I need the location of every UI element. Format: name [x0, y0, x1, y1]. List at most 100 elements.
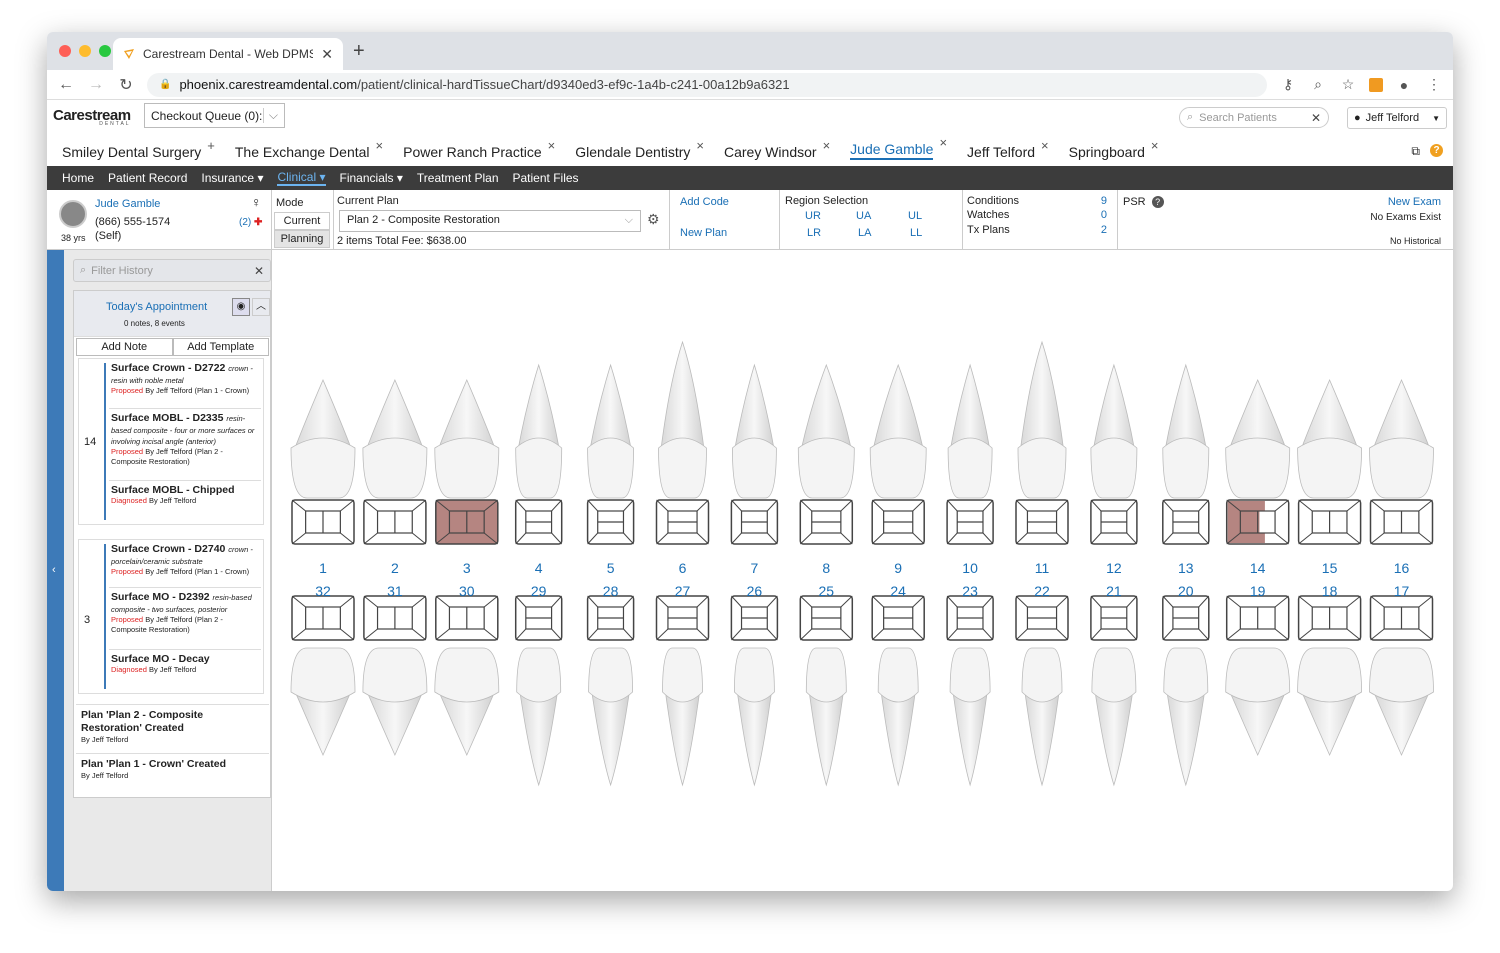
close-tab-icon[interactable]: ✕ — [321, 46, 333, 63]
tooth-number-label[interactable]: 8 — [806, 560, 846, 576]
tooth-surface-box[interactable] — [730, 595, 779, 641]
lower-tooth[interactable] — [1021, 647, 1063, 787]
tooth-number-label[interactable]: 20 — [1166, 583, 1206, 599]
tooth-surface-box[interactable] — [586, 499, 635, 545]
tooth-number-label[interactable]: 22 — [1022, 583, 1062, 599]
region-ul[interactable]: UL — [908, 210, 922, 222]
upper-tooth[interactable] — [1225, 378, 1291, 499]
upper-tooth[interactable] — [797, 363, 855, 499]
tooth-number-label[interactable]: 29 — [519, 583, 559, 599]
tooth-surface-box[interactable] — [946, 499, 994, 545]
tooth-number-label[interactable]: 25 — [806, 583, 846, 599]
tooth-surface-box[interactable] — [799, 595, 854, 641]
region-ua[interactable]: UA — [856, 210, 871, 222]
tooth-surface-box[interactable] — [655, 595, 710, 641]
lower-tooth[interactable] — [1225, 647, 1291, 756]
plan-created-entry[interactable]: Plan 'Plan 2 - Composite Restoration' Cr… — [76, 704, 269, 753]
history-entry[interactable]: Surface MOBL - D2335 resin- based compos… — [109, 409, 261, 481]
filter-history-input[interactable]: ⌕ Filter History ✕ — [73, 259, 271, 282]
reload-icon[interactable]: ↻ — [117, 75, 135, 95]
close-icon[interactable]: × — [939, 135, 947, 160]
tooth-surface-box[interactable] — [1015, 595, 1069, 641]
tooth-number-label[interactable]: 23 — [950, 583, 990, 599]
region-ll[interactable]: LL — [910, 227, 922, 239]
menu-item[interactable]: Patient Files — [513, 171, 579, 185]
help-icon[interactable]: ? — [1151, 196, 1164, 208]
tooth-surface-box[interactable] — [799, 499, 854, 545]
browser-tab[interactable]: Carestream Dental - Web DPMS ✕ — [113, 38, 343, 70]
close-icon[interactable]: × — [376, 138, 384, 160]
star-icon[interactable]: ☆ — [1339, 76, 1357, 93]
practice-tab[interactable]: Jude Gamble × — [850, 135, 951, 166]
tooth-number-label[interactable]: 21 — [1094, 583, 1134, 599]
tooth-number-label[interactable]: 11 — [1022, 560, 1062, 576]
tooth-surface-box[interactable] — [514, 595, 563, 641]
tooth-number-label[interactable]: 2 — [375, 560, 415, 576]
tooth-surface-box[interactable] — [1090, 595, 1138, 641]
minimize-window-button[interactable] — [79, 45, 91, 57]
conditions-row[interactable]: Conditions 9 — [967, 195, 1107, 207]
tooth-surface-box[interactable] — [1162, 499, 1210, 545]
tooth-number-label[interactable]: 31 — [375, 583, 415, 599]
add-template-button[interactable]: Add Template — [172, 338, 269, 356]
tooth-number-label[interactable]: 14 — [1238, 560, 1278, 576]
tooth-number-label[interactable]: 19 — [1238, 583, 1278, 599]
menu-item[interactable]: Home — [62, 171, 94, 185]
region-la[interactable]: LA — [858, 227, 871, 239]
history-entry[interactable]: Surface MOBL - Chipped Diagnosed By Jeff… — [109, 481, 261, 521]
add-note-button[interactable]: Add Note — [76, 338, 173, 356]
history-entry[interactable]: Surface MO - D2392 resin-based composite… — [109, 588, 261, 650]
tooth-number-label[interactable]: 13 — [1166, 560, 1206, 576]
tooth-number-label[interactable]: 9 — [878, 560, 918, 576]
lower-tooth[interactable] — [877, 647, 919, 787]
tooth-number-label[interactable]: 4 — [519, 560, 559, 576]
mode-planning-button[interactable]: Planning — [274, 230, 330, 248]
new-exam-link[interactable]: New Exam — [1388, 196, 1441, 208]
lower-tooth[interactable] — [1091, 647, 1137, 787]
tooth-number-label[interactable]: 26 — [734, 583, 774, 599]
tooth-surface-box[interactable] — [1297, 595, 1362, 641]
tooth-surface-box[interactable] — [435, 499, 499, 545]
medical-alerts[interactable]: (2) ✚ — [239, 217, 262, 228]
upper-tooth[interactable] — [869, 363, 927, 499]
upper-tooth[interactable] — [1090, 363, 1138, 499]
upper-tooth[interactable] — [1369, 378, 1434, 499]
close-icon[interactable]: × — [823, 138, 831, 160]
tooth-surface-box[interactable] — [514, 499, 563, 545]
practice-tab[interactable]: Power Ranch Practice × — [403, 138, 559, 166]
back-icon[interactable]: ← — [57, 76, 75, 94]
tooth-surface-box[interactable] — [946, 595, 994, 641]
lower-tooth[interactable] — [1163, 647, 1209, 787]
lower-tooth[interactable] — [733, 647, 775, 787]
tooth-number-label[interactable]: 12 — [1094, 560, 1134, 576]
upper-tooth[interactable] — [731, 363, 777, 499]
lower-tooth[interactable] — [805, 647, 847, 787]
tooth-number-label[interactable]: 1 — [303, 560, 343, 576]
collapse-sidebar-bar[interactable]: ‹ — [47, 250, 64, 891]
tooth-surface-box[interactable] — [1369, 595, 1434, 641]
tooth-number-label[interactable]: 7 — [734, 560, 774, 576]
clear-search-icon[interactable]: ✕ — [1311, 111, 1321, 125]
practice-tab[interactable]: Smiley Dental Surgery + — [62, 138, 219, 166]
patient-search-input[interactable]: ⌕ Search Patients ✕ — [1179, 107, 1329, 128]
upper-tooth[interactable] — [658, 340, 707, 499]
add-code-link[interactable]: Add Code — [680, 196, 729, 208]
tooth-number-label[interactable]: 10 — [950, 560, 990, 576]
menu-item[interactable]: Treatment Plan — [417, 171, 499, 185]
menu-item[interactable]: Financials ▾ — [340, 171, 403, 185]
tooth-surface-box[interactable] — [871, 595, 925, 641]
profile-icon[interactable]: ● — [1395, 77, 1413, 93]
eye-icon[interactable]: ◉ — [232, 298, 250, 316]
tooth-number-label[interactable]: 6 — [663, 560, 703, 576]
help-icon[interactable]: ? — [1430, 144, 1443, 157]
tooth-number-label[interactable]: 5 — [591, 560, 631, 576]
patient-name-link[interactable]: Jude Gamble — [95, 198, 160, 210]
user-menu-button[interactable]: ● Jeff Telford ▼ — [1347, 107, 1447, 129]
watches-row[interactable]: Watches 0 — [967, 209, 1107, 221]
history-entry[interactable]: Surface MO - Decay Diagnosed By Jeff Tel… — [109, 650, 261, 690]
lower-tooth[interactable] — [516, 647, 562, 787]
lower-tooth[interactable] — [1297, 647, 1363, 756]
lower-tooth[interactable] — [434, 647, 500, 756]
plan-created-entry[interactable]: Plan 'Plan 1 - Crown' Created By Jeff Te… — [76, 753, 269, 798]
tooth-number-label[interactable]: 32 — [303, 583, 343, 599]
